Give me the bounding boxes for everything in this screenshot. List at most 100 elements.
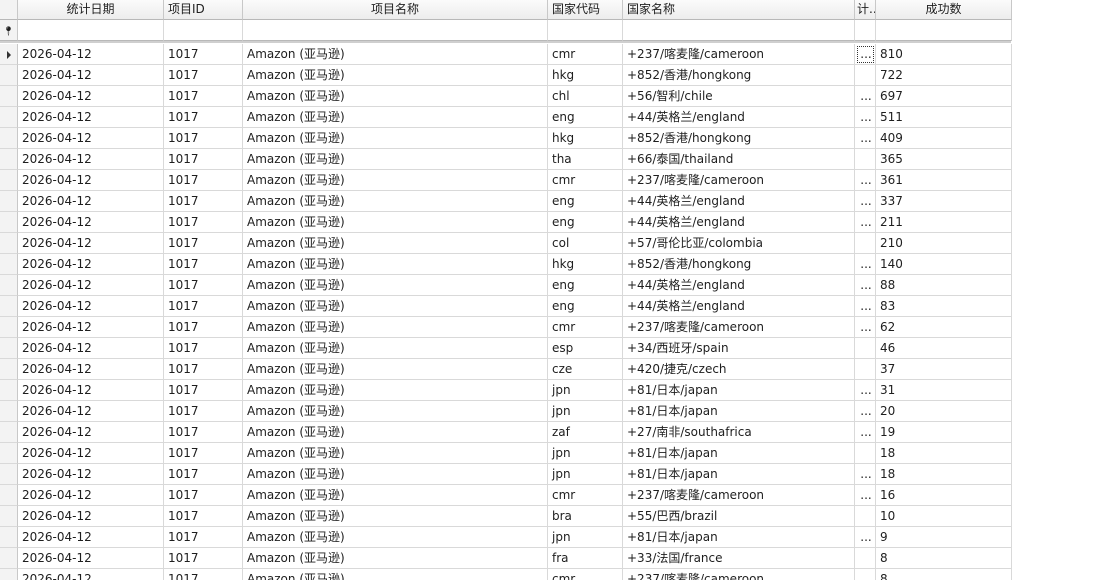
cell-success-count[interactable]: 511 — [876, 107, 1012, 128]
cell-success-count[interactable]: 62 — [876, 317, 1012, 338]
cell-project-name[interactable]: Amazon (亚马逊) — [243, 296, 548, 317]
cell-project-name[interactable]: Amazon (亚马逊) — [243, 254, 548, 275]
cell-date[interactable]: 2026-04-12 — [18, 401, 164, 422]
cell-project-name[interactable]: Amazon (亚马逊) — [243, 506, 548, 527]
cell-success-count[interactable]: 31 — [876, 380, 1012, 401]
filter-cell-success-count[interactable] — [876, 20, 1012, 41]
cell-project-id[interactable]: 1017 — [164, 254, 243, 275]
cell-success-count[interactable]: 810 — [876, 44, 1012, 65]
cell-more[interactable]: ... — [855, 464, 876, 485]
cell-country-name[interactable]: +66/泰国/thailand — [623, 149, 855, 170]
cell-more[interactable] — [855, 548, 876, 569]
cell-country-code[interactable]: eng — [548, 212, 623, 233]
cell-country-code[interactable]: fra — [548, 548, 623, 569]
row-indicator[interactable] — [0, 527, 18, 548]
cell-project-id[interactable]: 1017 — [164, 380, 243, 401]
cell-more[interactable]: ... — [855, 527, 876, 548]
cell-project-name[interactable]: Amazon (亚马逊) — [243, 44, 548, 65]
cell-project-name[interactable]: Amazon (亚马逊) — [243, 548, 548, 569]
cell-more[interactable]: ... — [855, 485, 876, 506]
table-row[interactable]: 2026-04-12 1017 Amazon (亚马逊) jpn +81/日本/japa… — [0, 443, 1012, 464]
table-row[interactable]: 2026-04-12 1017 Amazon (亚马逊) jpn +81/日本/japa… — [0, 380, 1012, 401]
cell-project-name[interactable]: Amazon (亚马逊) — [243, 170, 548, 191]
cell-project-name[interactable]: Amazon (亚马逊) — [243, 527, 548, 548]
cell-country-name[interactable]: +44/英格兰/england — [623, 212, 855, 233]
cell-project-id[interactable]: 1017 — [164, 149, 243, 170]
cell-country-name[interactable]: +56/智利/chile — [623, 86, 855, 107]
filter-cell-project-name[interactable] — [243, 20, 548, 41]
cell-country-name[interactable]: +420/捷克/czech — [623, 359, 855, 380]
column-header-country-name[interactable]: 国家名称 — [623, 0, 855, 20]
cell-date[interactable]: 2026-04-12 — [18, 569, 164, 580]
cell-country-name[interactable]: +81/日本/japan — [623, 443, 855, 464]
cell-more[interactable]: ... — [855, 317, 876, 338]
cell-country-name[interactable]: +81/日本/japan — [623, 464, 855, 485]
cell-success-count[interactable]: 83 — [876, 296, 1012, 317]
table-row[interactable]: 2026-04-12 1017 Amazon (亚马逊) esp +34/西班牙/spa… — [0, 338, 1012, 359]
cell-project-id[interactable]: 1017 — [164, 443, 243, 464]
cell-more[interactable] — [855, 65, 876, 86]
row-indicator[interactable] — [0, 506, 18, 527]
cell-more[interactable] — [855, 338, 876, 359]
cell-success-count[interactable]: 409 — [876, 128, 1012, 149]
cell-more[interactable]: ... — [855, 254, 876, 275]
cell-project-name[interactable]: Amazon (亚马逊) — [243, 107, 548, 128]
row-indicator[interactable] — [0, 233, 18, 254]
cell-more[interactable]: ... — [855, 128, 876, 149]
column-header-project-name[interactable]: 项目名称 — [243, 0, 548, 20]
cell-country-code[interactable]: jpn — [548, 527, 623, 548]
row-indicator[interactable] — [0, 191, 18, 212]
filter-cell-collapsed[interactable] — [855, 20, 876, 41]
cell-project-name[interactable]: Amazon (亚马逊) — [243, 233, 548, 254]
cell-project-name[interactable]: Amazon (亚马逊) — [243, 569, 548, 580]
cell-project-name[interactable]: Amazon (亚马逊) — [243, 86, 548, 107]
cell-country-name[interactable]: +237/喀麦隆/cameroon — [623, 485, 855, 506]
cell-country-name[interactable]: +852/香港/hongkong — [623, 128, 855, 149]
table-row[interactable]: 2026-04-12 1017 Amazon (亚马逊) cmr +237/喀麦隆/ca… — [0, 317, 1012, 338]
cell-country-code[interactable]: eng — [548, 296, 623, 317]
filter-cell-date[interactable] — [18, 20, 164, 41]
cell-more[interactable]: ... — [855, 44, 876, 65]
row-indicator[interactable] — [0, 212, 18, 233]
cell-project-id[interactable]: 1017 — [164, 65, 243, 86]
cell-success-count[interactable]: 337 — [876, 191, 1012, 212]
cell-country-code[interactable]: cmr — [548, 44, 623, 65]
cell-country-code[interactable]: col — [548, 233, 623, 254]
cell-country-code[interactable]: hkg — [548, 254, 623, 275]
cell-success-count[interactable]: 9 — [876, 527, 1012, 548]
cell-project-name[interactable]: Amazon (亚马逊) — [243, 359, 548, 380]
row-indicator[interactable] — [0, 569, 18, 580]
table-row[interactable]: 2026-04-12 1017 Amazon (亚马逊) eng +44/英格兰/eng… — [0, 107, 1012, 128]
cell-success-count[interactable]: 18 — [876, 464, 1012, 485]
cell-country-name[interactable]: +57/哥伦比亚/colombia — [623, 233, 855, 254]
table-row[interactable]: 2026-04-12 1017 Amazon (亚马逊) cmr +237/喀麦隆/ca… — [0, 44, 1012, 65]
cell-date[interactable]: 2026-04-12 — [18, 548, 164, 569]
row-indicator[interactable] — [0, 86, 18, 107]
cell-country-code[interactable]: cmr — [548, 317, 623, 338]
cell-date[interactable]: 2026-04-12 — [18, 86, 164, 107]
cell-project-id[interactable]: 1017 — [164, 212, 243, 233]
cell-project-id[interactable]: 1017 — [164, 464, 243, 485]
cell-country-code[interactable]: jpn — [548, 380, 623, 401]
cell-date[interactable]: 2026-04-12 — [18, 464, 164, 485]
cell-project-id[interactable]: 1017 — [164, 422, 243, 443]
filter-cell-country-code[interactable] — [548, 20, 623, 41]
cell-project-id[interactable]: 1017 — [164, 317, 243, 338]
data-grid[interactable]: 统计日期 项目ID 项目名称 国家代码 国家名称 计.. 成功数 📍︎ 2026… — [0, 0, 1097, 580]
cell-country-name[interactable]: +44/英格兰/england — [623, 191, 855, 212]
cell-date[interactable]: 2026-04-12 — [18, 527, 164, 548]
cell-country-name[interactable]: +237/喀麦隆/cameroon — [623, 44, 855, 65]
cell-success-count[interactable]: 19 — [876, 422, 1012, 443]
cell-success-count[interactable]: 88 — [876, 275, 1012, 296]
cell-project-id[interactable]: 1017 — [164, 128, 243, 149]
column-header-date[interactable]: 统计日期 — [18, 0, 164, 20]
cell-project-id[interactable]: 1017 — [164, 569, 243, 580]
cell-country-name[interactable]: +237/喀麦隆/cameroon — [623, 317, 855, 338]
cell-date[interactable]: 2026-04-12 — [18, 170, 164, 191]
cell-project-name[interactable]: Amazon (亚马逊) — [243, 422, 548, 443]
cell-project-name[interactable]: Amazon (亚马逊) — [243, 380, 548, 401]
cell-country-code[interactable]: eng — [548, 107, 623, 128]
table-row[interactable]: 2026-04-12 1017 Amazon (亚马逊) hkg +852/香港/hon… — [0, 128, 1012, 149]
cell-project-id[interactable]: 1017 — [164, 191, 243, 212]
cell-more[interactable]: ... — [855, 296, 876, 317]
